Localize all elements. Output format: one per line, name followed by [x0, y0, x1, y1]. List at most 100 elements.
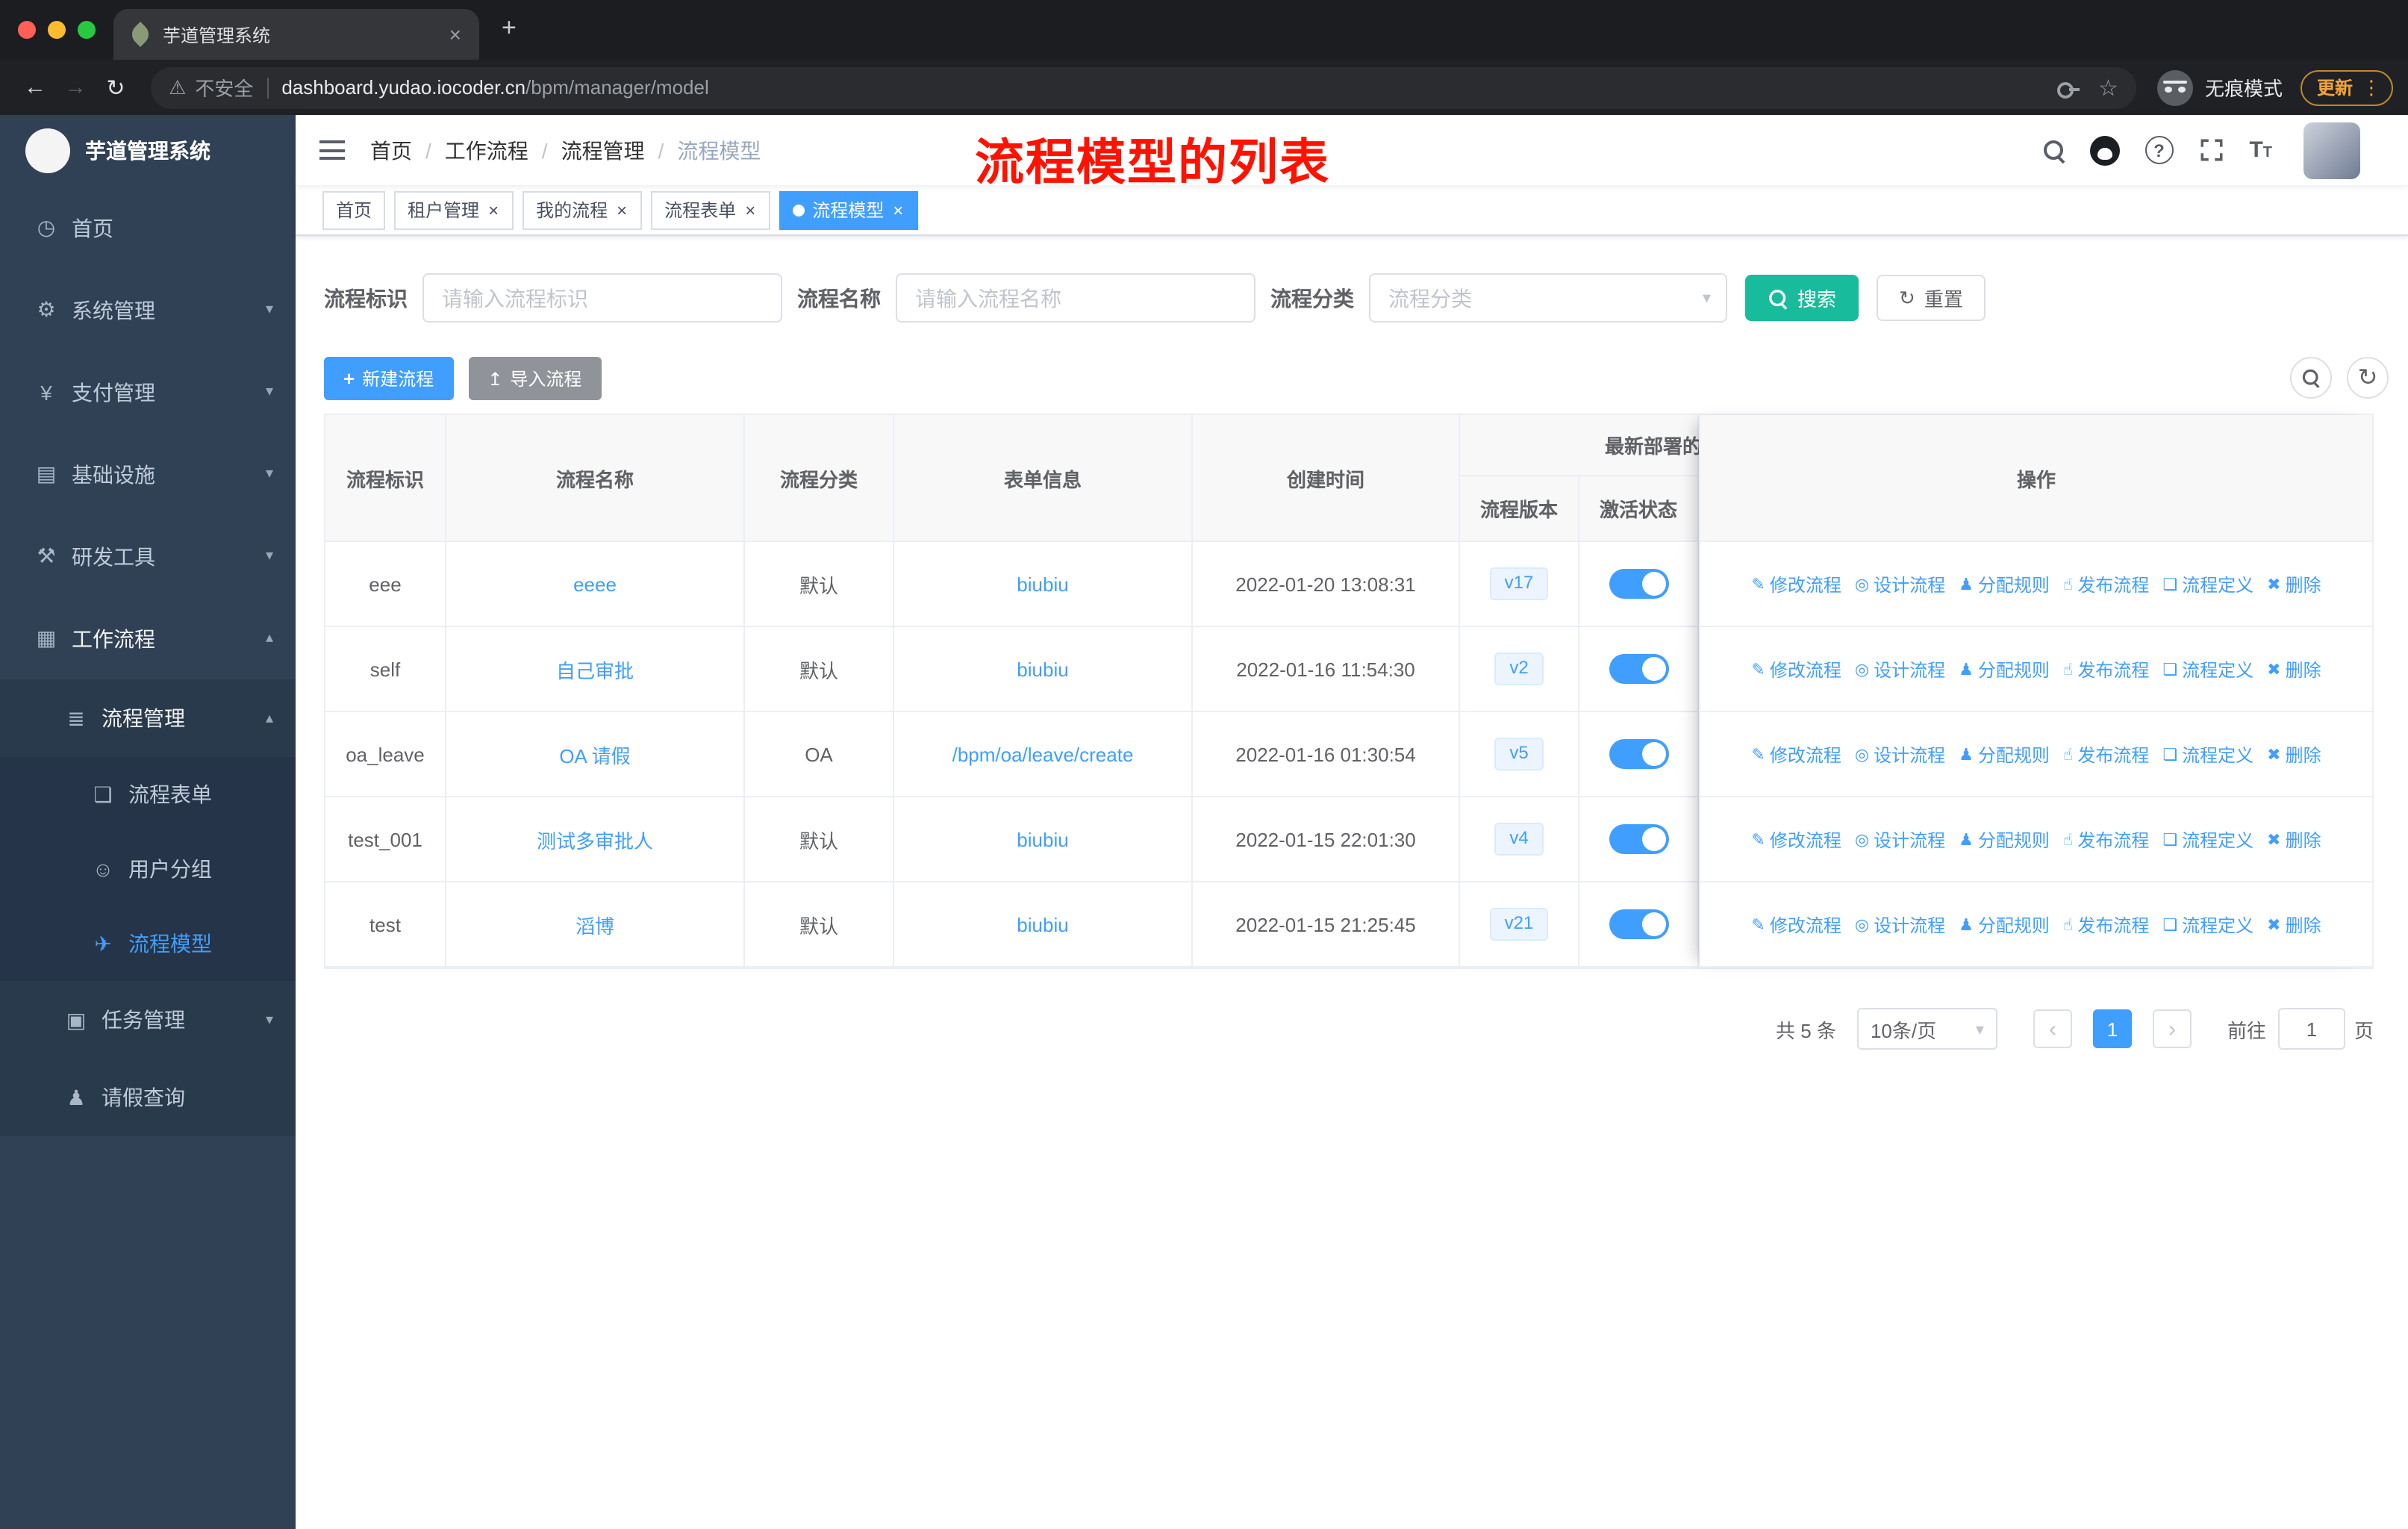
browser-update-button[interactable]: 更新 ⋮	[2300, 69, 2393, 105]
design-process-link[interactable]: ◎ 设计流程	[1855, 571, 1945, 597]
publish-process-link[interactable]: ☝ 发布流程	[2063, 571, 2149, 597]
form-link[interactable]: biubiu	[1017, 913, 1068, 935]
active-toggle-switch[interactable]	[1609, 569, 1668, 599]
form-link[interactable]: biubiu	[1017, 658, 1068, 680]
sidebar-item-devtools[interactable]: ⚒ 研发工具 ▾	[0, 515, 296, 597]
publish-process-link[interactable]: ☝ 发布流程	[2063, 656, 2149, 682]
browser-menu-kebab-icon[interactable]: ⋮	[2362, 75, 2381, 99]
reset-button[interactable]: ↻ 重置	[1877, 275, 1986, 321]
process-name-link[interactable]: 滔博	[576, 910, 614, 938]
process-definition-link[interactable]: ❏ 流程定义	[2162, 741, 2253, 767]
close-icon[interactable]: ×	[891, 201, 905, 219]
sidebar-item-system[interactable]: ⚙ 系统管理 ▾	[0, 269, 296, 351]
process-definition-link[interactable]: ❏ 流程定义	[2162, 912, 2253, 937]
import-process-button[interactable]: ↥ 导入流程	[468, 357, 602, 400]
edit-process-link[interactable]: ✎ 修改流程	[1751, 826, 1841, 852]
tag-my-process[interactable]: 我的流程 ×	[523, 190, 643, 229]
assign-rule-link[interactable]: ♟ 分配规则	[1959, 571, 2050, 597]
design-process-link[interactable]: ◎ 设计流程	[1855, 912, 1945, 937]
next-page-button[interactable]: ›	[2152, 1009, 2192, 1048]
form-link[interactable]: biubiu	[1017, 573, 1068, 595]
process-name-link[interactable]: eeee	[573, 573, 617, 595]
close-icon[interactable]: ×	[487, 201, 500, 219]
sidebar-item-payment[interactable]: ¥ 支付管理 ▾	[0, 351, 296, 433]
delete-link[interactable]: ✖ 删除	[2267, 741, 2321, 767]
page-jump-input[interactable]	[2277, 1008, 2345, 1050]
tag-process-model[interactable]: 流程模型 ×	[779, 190, 919, 229]
sidebar-item-process-form[interactable]: ❏ 流程表单	[0, 757, 296, 832]
tag-home[interactable]: 首页	[322, 190, 386, 229]
delete-link[interactable]: ✖ 删除	[2267, 571, 2321, 597]
tag-tenant[interactable]: 租户管理 ×	[394, 190, 514, 229]
publish-process-link[interactable]: ☝ 发布流程	[2063, 912, 2149, 937]
prev-page-button[interactable]: ‹	[2033, 1009, 2072, 1048]
identifier-filter-input[interactable]	[422, 273, 782, 323]
close-icon[interactable]: ×	[743, 201, 757, 219]
edit-process-link[interactable]: ✎ 修改流程	[1751, 912, 1841, 937]
assign-rule-link[interactable]: ♟ 分配规则	[1959, 741, 2050, 767]
help-icon[interactable]: ?	[2145, 136, 2174, 164]
sidebar-item-workflow[interactable]: ▦ 工作流程 ▴	[0, 597, 296, 679]
design-process-link[interactable]: ◎ 设计流程	[1855, 826, 1945, 852]
sidebar-item-process-model[interactable]: ✈ 流程模型	[0, 906, 296, 981]
sidebar-item-user-group[interactable]: ☺ 用户分组	[0, 832, 296, 906]
tag-process-form[interactable]: 流程表单 ×	[651, 190, 771, 229]
window-zoom-button[interactable]	[78, 21, 96, 39]
sidebar-item-task-management[interactable]: ▣ 任务管理 ▾	[0, 981, 296, 1059]
edit-process-link[interactable]: ✎ 修改流程	[1751, 571, 1841, 597]
reload-button[interactable]: ↻	[96, 74, 136, 101]
font-size-icon[interactable]: T T	[2249, 139, 2272, 161]
back-button[interactable]: ←	[15, 75, 55, 100]
page-size-select[interactable]: 10条/页 ▾	[1856, 1008, 1997, 1050]
search-icon[interactable]	[2043, 140, 2064, 161]
sidebar-fold-icon[interactable]	[319, 140, 345, 160]
active-toggle-switch[interactable]	[1609, 654, 1668, 684]
publish-process-link[interactable]: ☝ 发布流程	[2063, 741, 2149, 767]
sidebar-item-infrastructure[interactable]: ▤ 基础设施 ▾	[0, 433, 296, 515]
toggle-search-button[interactable]	[2290, 357, 2332, 399]
address-bar[interactable]: ⚠ 不安全 dashboard.yudao.iocoder.cn /bpm/ma…	[151, 66, 2136, 108]
sidebar-item-leave-query[interactable]: ♟ 请假查询	[0, 1059, 296, 1136]
password-key-icon[interactable]	[2055, 75, 2080, 99]
browser-tab[interactable]: 芋道管理系统 ×	[113, 9, 479, 60]
publish-process-link[interactable]: ☝ 发布流程	[2063, 826, 2149, 852]
active-toggle-switch[interactable]	[1609, 909, 1668, 939]
assign-rule-link[interactable]: ♟ 分配规则	[1959, 912, 2050, 937]
create-process-button[interactable]: + 新建流程	[324, 357, 454, 400]
delete-link[interactable]: ✖ 删除	[2267, 656, 2321, 682]
sidebar-item-process-management[interactable]: ≣ 流程管理 ▴	[0, 679, 296, 757]
form-link[interactable]: biubiu	[1017, 828, 1068, 850]
process-name-link[interactable]: OA 请假	[559, 740, 630, 768]
fullscreen-icon[interactable]	[2198, 137, 2224, 163]
new-tab-button[interactable]: +	[502, 13, 517, 43]
window-close-button[interactable]	[18, 21, 36, 39]
window-minimize-button[interactable]	[48, 21, 66, 39]
assign-rule-link[interactable]: ♟ 分配规则	[1959, 826, 2050, 852]
assign-rule-link[interactable]: ♟ 分配规则	[1959, 656, 2050, 682]
category-filter-select[interactable]: 流程分类 ▾	[1369, 273, 1727, 323]
process-definition-link[interactable]: ❏ 流程定义	[2162, 656, 2253, 682]
breadcrumb-item[interactable]: 首页	[370, 135, 412, 165]
design-process-link[interactable]: ◎ 设计流程	[1855, 656, 1945, 682]
refresh-table-button[interactable]: ↻	[2347, 357, 2389, 399]
sidebar-item-home[interactable]: ◷ 首页	[0, 187, 296, 269]
breadcrumb-item[interactable]: 流程管理	[561, 135, 645, 165]
delete-link[interactable]: ✖ 删除	[2267, 826, 2321, 852]
delete-link[interactable]: ✖ 删除	[2267, 912, 2321, 937]
github-icon[interactable]	[2089, 135, 2120, 165]
edit-process-link[interactable]: ✎ 修改流程	[1751, 741, 1841, 767]
process-name-link[interactable]: 测试多审批人	[537, 825, 653, 853]
user-avatar[interactable]	[2303, 122, 2360, 178]
name-filter-input[interactable]	[896, 273, 1256, 323]
close-icon[interactable]: ×	[615, 201, 628, 219]
search-button[interactable]: 搜索	[1745, 275, 1859, 321]
active-toggle-switch[interactable]	[1609, 824, 1668, 854]
edit-process-link[interactable]: ✎ 修改流程	[1751, 656, 1841, 682]
design-process-link[interactable]: ◎ 设计流程	[1855, 741, 1945, 767]
breadcrumb-item[interactable]: 工作流程	[445, 135, 528, 165]
form-link[interactable]: /bpm/oa/leave/create	[952, 743, 1134, 765]
process-definition-link[interactable]: ❏ 流程定义	[2162, 571, 2253, 597]
process-definition-link[interactable]: ❏ 流程定义	[2162, 826, 2253, 852]
forward-button[interactable]: →	[55, 75, 96, 100]
bookmark-star-icon[interactable]: ☆	[2098, 74, 2118, 101]
